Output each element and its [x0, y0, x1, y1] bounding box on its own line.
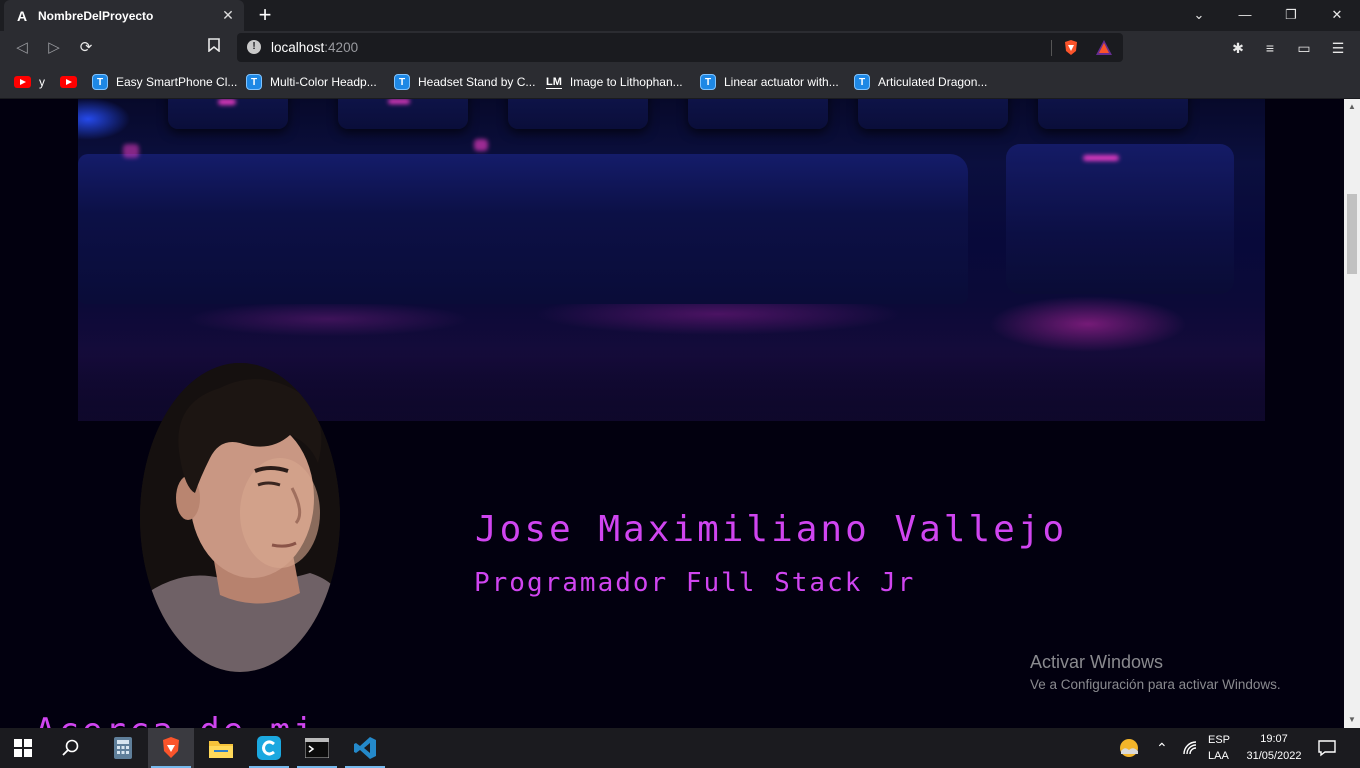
windows-activation-title: Activar Windows: [1030, 652, 1164, 672]
url-text[interactable]: localhost:4200: [271, 40, 358, 55]
bookmark-item[interactable]: T Articulated Dragon...: [854, 72, 987, 92]
folder-icon: [209, 741, 233, 758]
windows-activation-subtitle: Ve a Configuración para activar Windows.: [1030, 677, 1281, 692]
language-indicator-bottom[interactable]: LAA: [1208, 750, 1229, 762]
cura-icon: [257, 736, 281, 760]
scroll-down-arrow-icon[interactable]: ▼: [1344, 712, 1360, 728]
brave-rewards-icon[interactable]: [1095, 39, 1113, 56]
notifications-icon[interactable]: [1318, 739, 1336, 762]
bookmark-item[interactable]: T Headset Stand by C...: [394, 72, 535, 92]
lithophane-icon: LM: [546, 75, 562, 89]
tray-chevron-up-icon[interactable]: ⌃: [1156, 740, 1168, 757]
thingiverse-icon: T: [92, 74, 108, 90]
profile-photo-image: [140, 363, 340, 672]
windows-logo-icon: [14, 739, 32, 757]
terminal-app[interactable]: [294, 728, 340, 768]
back-button[interactable]: ◁: [11, 37, 33, 59]
calculator-app[interactable]: [100, 728, 146, 768]
media-playlist-icon[interactable]: ≡: [1260, 38, 1280, 58]
address-bar[interactable]: ! localhost:4200: [237, 33, 1123, 62]
page-scrollbar[interactable]: ▲ ▼: [1344, 99, 1360, 728]
browser-tabstrip: A NombreDelProyecto ✕ + ⌄ — ❐ ✕: [0, 0, 1360, 31]
terminal-icon: [305, 738, 329, 758]
divider: [1051, 40, 1052, 56]
forward-button[interactable]: ▷: [43, 37, 65, 59]
start-button[interactable]: [0, 728, 46, 768]
menu-icon[interactable]: ☰: [1328, 38, 1348, 58]
brave-lion-icon: [163, 737, 179, 758]
profile-name: Jose Maximiliano Vallejo: [475, 509, 1068, 550]
thingiverse-icon: T: [700, 74, 716, 90]
browser-toolbar: ◁ ▷ ⟳ ! localhost:4200 ✱ ≡ ▭ ☰: [0, 31, 1360, 65]
wallet-icon[interactable]: ▭: [1294, 38, 1314, 58]
bookmark-item[interactable]: [60, 72, 85, 92]
youtube-icon: [14, 76, 31, 88]
extensions-puzzle-icon[interactable]: ✱: [1228, 38, 1248, 58]
reload-button[interactable]: ⟳: [75, 37, 97, 59]
bookmark-icon[interactable]: [203, 37, 225, 59]
youtube-icon: [60, 76, 77, 88]
windows-taskbar: ⌃ ESP LAA 19:07 31/05/2022: [0, 728, 1360, 768]
profile-photo: [140, 363, 340, 672]
tab-active[interactable]: A NombreDelProyecto ✕: [4, 0, 244, 31]
wifi-icon[interactable]: [1182, 740, 1198, 761]
close-tab-icon[interactable]: ✕: [220, 7, 236, 23]
weather-icon[interactable]: [1118, 737, 1140, 764]
bookmark-item[interactable]: y: [14, 72, 45, 92]
section-heading-about: Acerca de mi: [35, 711, 317, 728]
clock-time[interactable]: 19:07: [1244, 733, 1304, 745]
new-tab-button[interactable]: +: [254, 4, 276, 26]
search-icon: [62, 739, 79, 756]
vscode-app[interactable]: [342, 728, 388, 768]
close-window-button[interactable]: ✕: [1322, 4, 1352, 26]
file-explorer-app[interactable]: [198, 728, 244, 768]
vscode-icon: [354, 737, 376, 759]
site-info-icon[interactable]: !: [247, 40, 261, 54]
restore-button[interactable]: ❐: [1276, 4, 1306, 26]
clock-date[interactable]: 31/05/2022: [1240, 750, 1308, 762]
bookmarks-bar: y T Easy SmartPhone Cl... T Multi-Color …: [0, 65, 1360, 99]
bookmark-item[interactable]: T Multi-Color Headp...: [246, 72, 377, 92]
thingiverse-icon: T: [854, 74, 870, 90]
tab-search-chevron-down-icon[interactable]: ⌄: [1184, 4, 1214, 26]
brave-shields-icon[interactable]: [1063, 39, 1079, 56]
angular-favicon-icon: A: [16, 7, 28, 24]
bookmark-item[interactable]: T Easy SmartPhone Cl...: [92, 72, 237, 92]
thingiverse-icon: T: [394, 74, 410, 90]
bookmark-item[interactable]: T Linear actuator with...: [700, 72, 839, 92]
bookmark-item[interactable]: LM Image to Lithophan...: [546, 72, 683, 92]
language-indicator-top[interactable]: ESP: [1208, 734, 1230, 746]
scrollbar-thumb[interactable]: [1347, 194, 1357, 274]
minimize-button[interactable]: —: [1230, 4, 1260, 26]
search-button[interactable]: [48, 728, 94, 768]
scroll-up-arrow-icon[interactable]: ▲: [1344, 99, 1360, 115]
brave-browser-app[interactable]: [148, 728, 194, 768]
tab-title: NombreDelProyecto: [38, 8, 154, 23]
calculator-icon: [114, 737, 132, 759]
page-viewport: Jose Maximiliano Vallejo Programador Ful…: [0, 99, 1344, 728]
profile-role: Programador Full Stack Jr: [474, 568, 916, 598]
cura-slicer-app[interactable]: [246, 728, 292, 768]
thingiverse-icon: T: [246, 74, 262, 90]
